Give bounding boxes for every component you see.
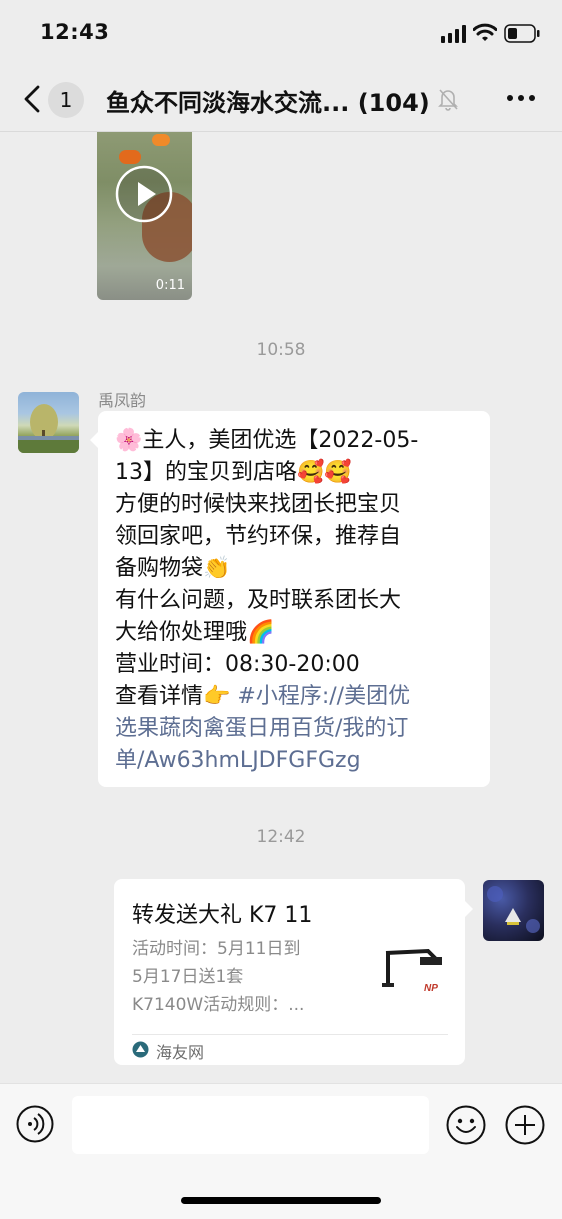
timestamp: 10:58: [256, 340, 306, 360]
message-line: 营业时间：08:30-20:00: [115, 652, 360, 677]
link-card[interactable]: 转发送大礼 K7 11 活动时间：5月11日到 5月17日送1套 K7140W活…: [114, 879, 473, 1065]
message-input[interactable]: [72, 1096, 429, 1154]
play-icon[interactable]: [115, 165, 173, 223]
flower-emoji: 🌸: [115, 428, 143, 453]
pointing-right-emoji: 👉: [203, 684, 231, 709]
card-description: 5月17日送1套: [132, 967, 244, 987]
rainbow-emoji: 🌈: [247, 620, 275, 645]
mini-program-link[interactable]: #小程序://美团优: [237, 684, 410, 709]
video-duration: 0:11: [155, 278, 185, 293]
source-logo-icon: [132, 1041, 149, 1058]
back-icon[interactable]: [20, 84, 44, 114]
message-line: 方便的时候快来找团长把宝贝: [115, 492, 402, 517]
message-line: 领回家吧，节约环保，推荐自: [115, 524, 402, 549]
video-thumbnail-fish: [152, 134, 170, 146]
home-indicator[interactable]: [181, 1197, 381, 1204]
wifi-icon: [473, 23, 497, 41]
message-line: 主人，美团优选【2022-05-: [142, 428, 419, 453]
message-line: 有什么问题，及时联系团长大: [115, 588, 402, 613]
add-icon[interactable]: [505, 1105, 545, 1145]
card-divider: [132, 1034, 448, 1035]
nav-divider: [0, 131, 562, 132]
card-source: 海友网: [156, 1043, 205, 1062]
message-line: 查看详情: [115, 684, 204, 709]
sender-name: 禹凤韵: [98, 391, 147, 410]
timestamp: 12:42: [256, 827, 306, 847]
message-line: 大给你处理哦: [115, 620, 248, 645]
avatar[interactable]: [18, 392, 79, 453]
chat-title: 鱼众不同淡海水交流... (104): [106, 89, 430, 117]
status-time: 12:43: [40, 20, 110, 44]
thumbnail-logo: NP: [424, 983, 438, 994]
text-message-bubble[interactable]: 🌸主人，美团优选【2022-05- 13】的宝贝到店咯🥰🥰 方便的时候快来找团长…: [90, 411, 490, 787]
clap-emoji: 👏: [203, 556, 231, 581]
mute-icon: [438, 89, 458, 111]
card-description: K7140W活动规则：...: [132, 995, 305, 1015]
card-description: 活动时间：5月11日到: [132, 939, 301, 959]
smiling-hearts-emoji: 🥰: [297, 460, 325, 485]
message-line: 备购物袋: [115, 556, 204, 581]
card-title: 转发送大礼 K7 11: [132, 903, 313, 928]
avatar[interactable]: [483, 880, 544, 941]
smiling-hearts-emoji: 🥰: [324, 460, 352, 485]
more-icon[interactable]: [505, 88, 537, 108]
video-message[interactable]: 0:11: [97, 132, 192, 300]
video-thumbnail-fish: [119, 150, 141, 164]
card-thumbnail: NP: [376, 939, 448, 1011]
mini-program-link[interactable]: 选果蔬肉禽蛋日用百货/我的订: [115, 713, 408, 745]
battery-icon: [504, 24, 540, 43]
unread-badge[interactable]: 1: [48, 82, 84, 118]
mini-program-link[interactable]: 单/Aw63hmLJDFGFGzg: [115, 745, 361, 777]
message-line: 13】的宝贝到店咯: [115, 460, 297, 485]
signal-icon: [441, 25, 466, 43]
voice-icon[interactable]: [16, 1105, 54, 1143]
emoji-icon[interactable]: [446, 1105, 486, 1145]
